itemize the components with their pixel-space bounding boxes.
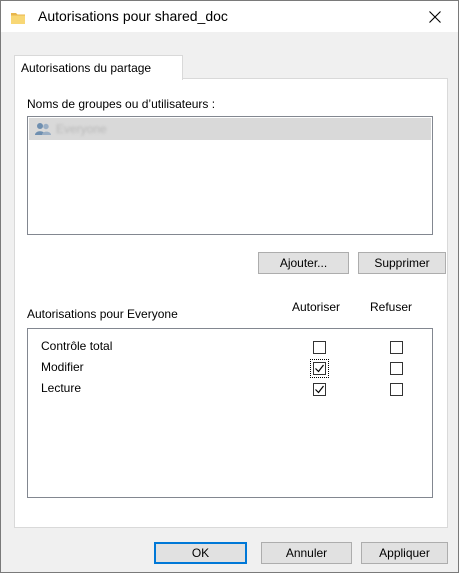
deny-checkbox-modify[interactable]	[390, 362, 403, 375]
deny-checkbox-full-control[interactable]	[390, 341, 403, 354]
checkmark-icon	[315, 385, 324, 394]
deny-checkbox-read[interactable]	[390, 383, 403, 396]
allow-checkbox-read[interactable]	[313, 383, 326, 396]
allow-checkbox-full-control[interactable]	[313, 341, 326, 354]
users-list[interactable]: Everyone	[27, 116, 433, 235]
title-bar: Autorisations pour shared_doc	[1, 1, 458, 32]
cancel-button[interactable]: Annuler	[261, 542, 352, 564]
window-title: Autorisations pour shared_doc	[38, 8, 228, 24]
checkmark-icon	[315, 364, 324, 373]
permission-name: Lecture	[41, 381, 82, 395]
user-name: Everyone	[56, 122, 107, 136]
close-icon	[429, 10, 441, 23]
tab-label: Autorisations du partage	[21, 61, 152, 75]
permissions-list: Contrôle total Modifier Lecture	[27, 328, 433, 498]
ok-button[interactable]: OK	[154, 542, 247, 564]
allow-checkbox-modify[interactable]	[310, 359, 329, 378]
apply-button[interactable]: Appliquer	[361, 542, 448, 564]
permissions-header: Autorisations pour Everyone	[27, 307, 178, 321]
add-button[interactable]: Ajouter...	[258, 252, 349, 274]
list-item[interactable]: Everyone	[29, 118, 431, 140]
users-group-icon	[35, 123, 51, 135]
permission-name: Contrôle total	[41, 339, 113, 353]
close-button[interactable]	[412, 1, 458, 32]
remove-button[interactable]: Supprimer	[358, 252, 446, 274]
permission-row-full-control: Contrôle total	[28, 337, 432, 357]
permissions-dialog: Autorisations pour shared_doc Autorisati…	[0, 0, 459, 573]
allow-column-header: Autoriser	[292, 300, 341, 314]
permission-row-read: Lecture	[28, 379, 432, 399]
tab-share-permissions[interactable]: Autorisations du partage	[14, 55, 183, 80]
permission-row-modify: Modifier	[28, 358, 432, 378]
tab-panel: Noms de groupes ou d’utilisateurs : Ever…	[14, 78, 448, 528]
folder-icon	[11, 13, 25, 24]
permission-name: Modifier	[41, 360, 84, 374]
deny-column-header: Refuser	[370, 300, 413, 314]
users-list-label: Noms de groupes ou d’utilisateurs :	[27, 97, 216, 111]
